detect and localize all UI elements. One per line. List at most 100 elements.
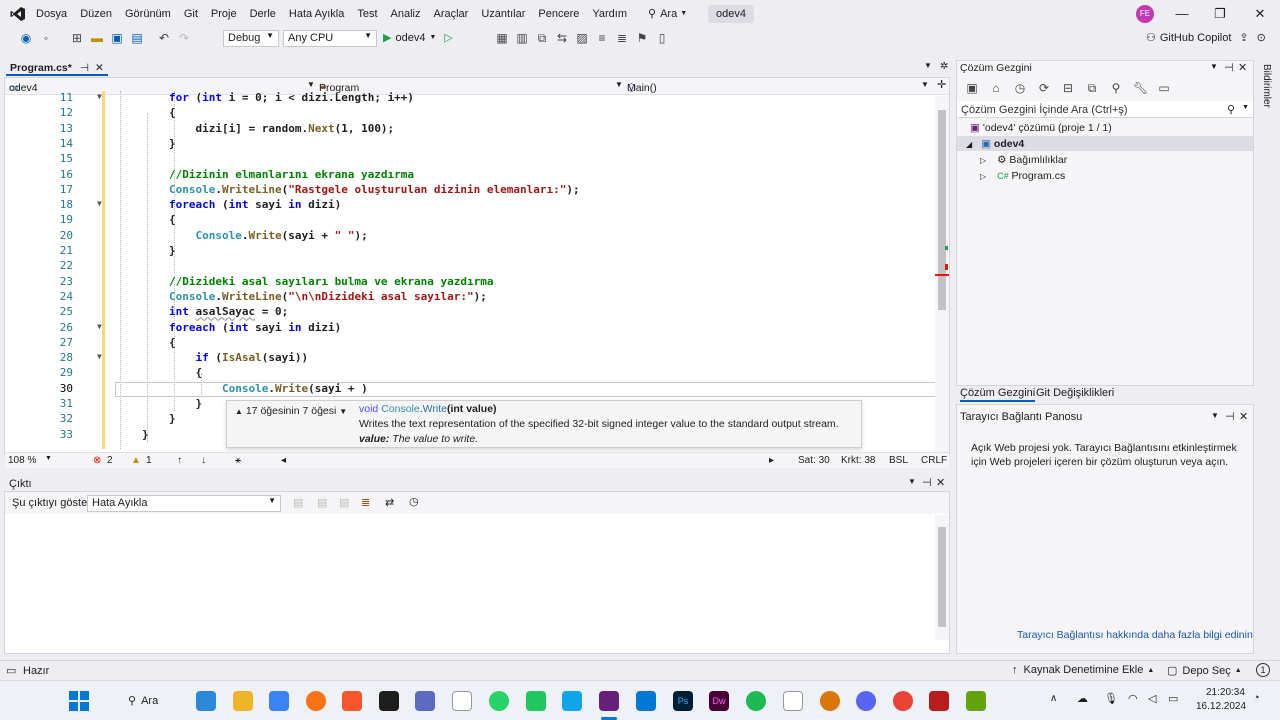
code-line-12[interactable]: { bbox=[169, 106, 176, 119]
scrollbar-thumb[interactable] bbox=[938, 110, 946, 310]
code-cleanup-icon[interactable]: ⚹ bbox=[235, 455, 241, 466]
code-area[interactable]: 11 ▼ for (int i = 0; i < dizi.Length; i+… bbox=[5, 91, 935, 449]
add-to-source-control-button[interactable]: ↑ Kaynak Denetimine Ekle ▲ bbox=[1012, 664, 1154, 676]
tab-git-changes[interactable]: Git Değişiklikleri bbox=[1036, 387, 1114, 399]
column-indicator[interactable]: Krkt: 38 bbox=[841, 455, 875, 466]
menu-edit[interactable]: Düzen bbox=[80, 8, 121, 20]
insert-mode[interactable]: BSL bbox=[889, 455, 908, 466]
sync-icon[interactable]: ▣ bbox=[965, 81, 979, 95]
scrollbar-thumb[interactable] bbox=[938, 527, 946, 627]
minecraft-icon[interactable] bbox=[966, 691, 986, 711]
battery-icon[interactable]: ▭ bbox=[1168, 692, 1178, 705]
warning-count[interactable]: 1 bbox=[146, 455, 152, 466]
toolbar-icon[interactable]: ▨ bbox=[575, 31, 589, 45]
expand-icon[interactable]: ▷ bbox=[980, 156, 986, 165]
fold-icon[interactable]: ▼ bbox=[97, 322, 102, 331]
menu-test[interactable]: Test bbox=[357, 8, 386, 20]
tab-program-cs[interactable]: Program.cs* ⊣ ✕ bbox=[6, 60, 108, 76]
app-icon[interactable] bbox=[929, 691, 949, 711]
properties-icon[interactable]: 🔧︎ bbox=[1133, 81, 1148, 95]
spotify-icon[interactable] bbox=[746, 691, 766, 711]
platform-select[interactable]: Any CPU ▼ bbox=[283, 30, 377, 47]
document-icon[interactable] bbox=[783, 691, 803, 711]
open-file-icon[interactable]: ▬ bbox=[90, 31, 104, 45]
maximize-icon[interactable]: ❐ bbox=[1210, 6, 1230, 22]
fold-icon[interactable]: ▼ bbox=[97, 352, 102, 361]
forward-icon[interactable]: ◦ bbox=[39, 31, 53, 45]
avatar[interactable]: FE bbox=[1136, 5, 1154, 23]
code-line-11[interactable]: for (int i = 0; i < dizi.Length; i++) bbox=[169, 91, 414, 104]
toolbar-icon[interactable]: ▯ bbox=[655, 31, 669, 45]
toolbar-icon[interactable]: ▤ bbox=[339, 496, 349, 509]
scroll-right-icon[interactable]: ▸ bbox=[769, 455, 774, 466]
whatsapp-icon[interactable] bbox=[489, 691, 509, 711]
filter-icon[interactable]: ⚲ bbox=[1109, 81, 1123, 95]
code-line-30[interactable]: Console.Write(sayi + ) bbox=[169, 382, 368, 395]
tree-solution-node[interactable]: ▣ 'odev4' çözümü (proje 1 / 1) bbox=[970, 122, 1112, 134]
output-panel[interactable] bbox=[4, 491, 950, 654]
history-icon[interactable]: ◷ bbox=[1013, 81, 1027, 95]
menu-tools[interactable]: Araçlar bbox=[434, 8, 478, 20]
file-explorer-icon[interactable] bbox=[233, 691, 253, 711]
toolbar-icon[interactable]: ≣ bbox=[615, 31, 629, 45]
toolbar-icon[interactable]: ▤ bbox=[293, 496, 303, 509]
timestamp-icon[interactable]: ◷ bbox=[409, 495, 419, 508]
chevron-down-icon[interactable]: ▼ bbox=[908, 477, 916, 486]
undo-icon[interactable]: ↶ bbox=[157, 31, 171, 45]
pin-icon[interactable]: ⊣ bbox=[1225, 410, 1235, 423]
save-all-icon[interactable]: ▤ bbox=[130, 31, 144, 45]
photoshop-icon[interactable]: Ps bbox=[673, 691, 693, 711]
code-line-24[interactable]: Console.WriteLine("\n\nDizideki asal say… bbox=[169, 290, 487, 303]
widgets-icon[interactable] bbox=[196, 691, 216, 711]
line-indicator[interactable]: Sat: 30 bbox=[798, 455, 830, 466]
show-all-files-icon[interactable]: ⧉ bbox=[1085, 81, 1099, 95]
toolbar-icon[interactable]: ⧉ bbox=[535, 31, 549, 45]
onedrive-icon[interactable]: ☁ bbox=[1077, 692, 1088, 705]
code-line-23[interactable]: //Dizideki asal sayıları bulma ve ekrana… bbox=[169, 275, 494, 288]
menu-git[interactable]: Git bbox=[184, 8, 207, 20]
bookmark-icon[interactable]: ⚑ bbox=[635, 31, 649, 45]
windows-start-icon[interactable] bbox=[69, 691, 89, 711]
back-icon[interactable]: ◉ bbox=[19, 31, 33, 45]
brave-icon[interactable] bbox=[342, 691, 362, 711]
code-line-31[interactable]: } bbox=[169, 397, 202, 410]
feedback-icon[interactable]: ⊙ bbox=[1257, 31, 1266, 44]
menu-view[interactable]: Görünüm bbox=[125, 8, 180, 20]
chevron-up-icon[interactable]: ∧ bbox=[1050, 693, 1057, 704]
line-ending[interactable]: CRLF bbox=[921, 455, 947, 466]
menu-window[interactable]: Pencere bbox=[538, 8, 588, 20]
gear-icon[interactable]: ✲ bbox=[940, 61, 948, 72]
visual-studio-icon[interactable] bbox=[599, 691, 619, 711]
minimize-icon[interactable]: — bbox=[1172, 6, 1192, 21]
menu-extensions[interactable]: Uzantılar bbox=[481, 8, 534, 20]
code-line-28[interactable]: if (IsAsal(sayi)) bbox=[169, 351, 309, 364]
code-line-17[interactable]: Console.WriteLine("Rastgele oluşturulan … bbox=[169, 183, 580, 196]
tab-solution-explorer[interactable]: Çözüm Gezgini bbox=[960, 387, 1036, 402]
code-line-16[interactable]: //Dizinin elmanlarını ekrana yazdırma bbox=[169, 168, 414, 181]
close-icon[interactable]: ✕ bbox=[936, 476, 945, 489]
output-source-select[interactable]: Hata Ayıkla ▼ bbox=[87, 495, 281, 512]
volume-icon[interactable]: ◁ bbox=[1148, 692, 1156, 705]
start-debug-button[interactable]: ▶ odev4 ▼ ▷ bbox=[383, 31, 453, 45]
menu-help[interactable]: Yardım bbox=[592, 8, 636, 20]
code-line-33[interactable]: } bbox=[142, 428, 149, 441]
code-line-25[interactable]: int asalSayac = 0; bbox=[169, 305, 288, 318]
notifications-icon[interactable]: ◔ bbox=[1253, 692, 1260, 704]
menu-project[interactable]: Proje bbox=[211, 8, 246, 20]
close-icon[interactable]: ✕ bbox=[1239, 410, 1248, 423]
browser-link-learn-more[interactable]: Tarayıcı Bağlantısı hakkında daha fazla … bbox=[1017, 629, 1253, 641]
menu-build[interactable]: Derle bbox=[250, 8, 285, 20]
down-arrow-icon[interactable]: ▼ bbox=[339, 407, 347, 416]
preview-icon[interactable]: ▭ bbox=[1157, 81, 1171, 95]
dreamweaver-icon[interactable]: Dw bbox=[709, 691, 729, 711]
tree-file-node[interactable]: ▷ C# Program.cs bbox=[980, 170, 1065, 182]
app-icon[interactable] bbox=[526, 691, 546, 711]
collapse-all-icon[interactable]: ⊟ bbox=[1061, 81, 1075, 95]
menu-analyze[interactable]: Analiz bbox=[391, 8, 430, 20]
start-without-debug-icon[interactable]: ▷ bbox=[444, 31, 452, 44]
next-issue-icon[interactable]: ↓ bbox=[201, 455, 206, 466]
scroll-left-icon[interactable]: ◂ bbox=[281, 455, 286, 466]
previous-issue-icon[interactable]: ↑ bbox=[177, 455, 182, 466]
code-line-32[interactable]: } bbox=[169, 412, 176, 425]
taskbar-search[interactable]: ⚲ Ara bbox=[128, 694, 158, 708]
